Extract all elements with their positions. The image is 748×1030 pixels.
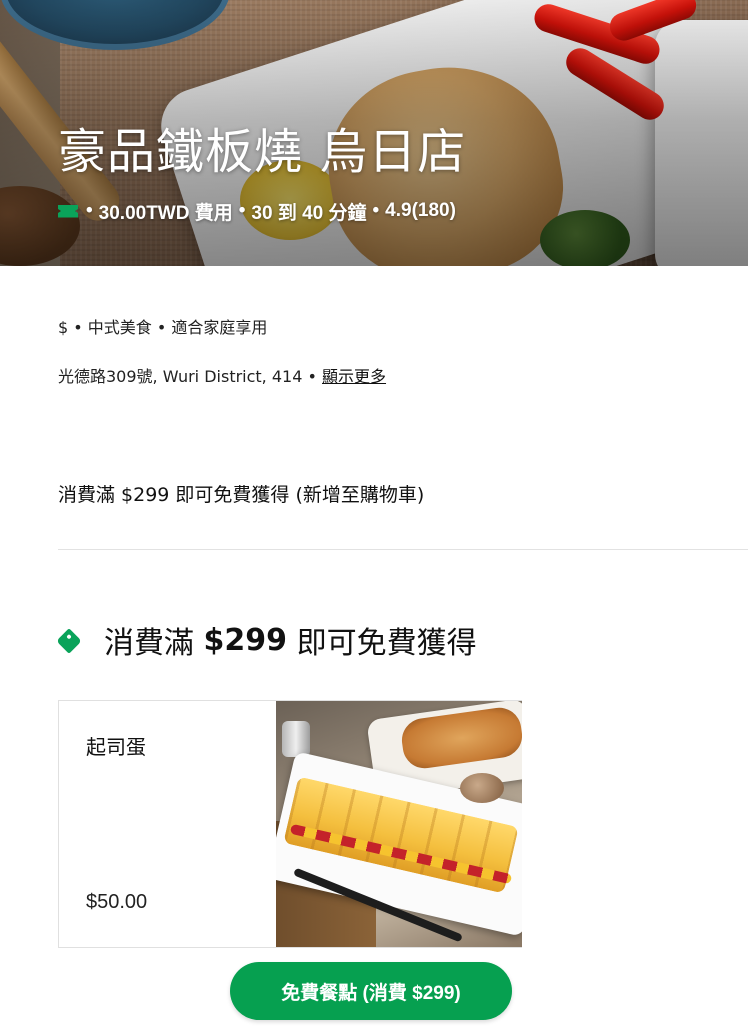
restaurant-rating: 4.9(180) bbox=[385, 200, 456, 221]
restaurant-title: 豪品鐵板燒 烏日店 bbox=[58, 124, 467, 180]
show-more-link[interactable]: 顯示更多 bbox=[322, 367, 386, 386]
tag-icon bbox=[56, 628, 82, 654]
delivery-eta: 30 到 40 分鐘 bbox=[251, 202, 367, 224]
section-prefix: 消費滿 bbox=[104, 626, 194, 661]
photo-cup bbox=[282, 721, 310, 757]
restaurant-meta: • 30.00TWD 費用 • 30 到 40 分鐘 • 4.9(180) bbox=[58, 197, 462, 225]
meta-separator: • bbox=[238, 200, 246, 221]
section-amount: $299 bbox=[203, 622, 288, 658]
delivery-fee: 30.00TWD 費用 bbox=[98, 202, 233, 224]
menu-item-photo bbox=[276, 701, 522, 947]
restaurant-categories: $ • 中式美食 • 適合家庭享用 bbox=[58, 318, 268, 337]
photo-mushroom bbox=[460, 773, 504, 803]
menu-item-name: 起司蛋 bbox=[86, 735, 146, 759]
meta-separator: • bbox=[86, 200, 93, 221]
restaurant-address-row: 光德路309號, Wuri District, 414 • 顯示更多 bbox=[58, 363, 386, 387]
meta-separator: • bbox=[372, 200, 380, 221]
menu-item-card[interactable]: 起司蛋 $50.00 bbox=[58, 700, 522, 948]
section-title: 消費滿 $299 即可免費獲得 bbox=[56, 618, 477, 662]
section-suffix: 即可免費獲得 bbox=[296, 626, 477, 661]
free-meal-button[interactable]: 免費餐點 (消費 $299) bbox=[230, 962, 512, 1020]
hero-banner: 豪品鐵板燒 烏日店 • 30.00TWD 費用 • 30 到 40 分鐘 • 4… bbox=[0, 0, 748, 266]
divider bbox=[58, 549, 748, 550]
menu-item-price: $50.00 bbox=[86, 891, 148, 913]
promo-banner: 消費滿 $299 即可免費獲得 (新增至購物車) bbox=[58, 484, 425, 506]
ticket-icon bbox=[58, 204, 78, 218]
restaurant-address: 光德路309號, Wuri District, 414 • bbox=[58, 367, 317, 386]
